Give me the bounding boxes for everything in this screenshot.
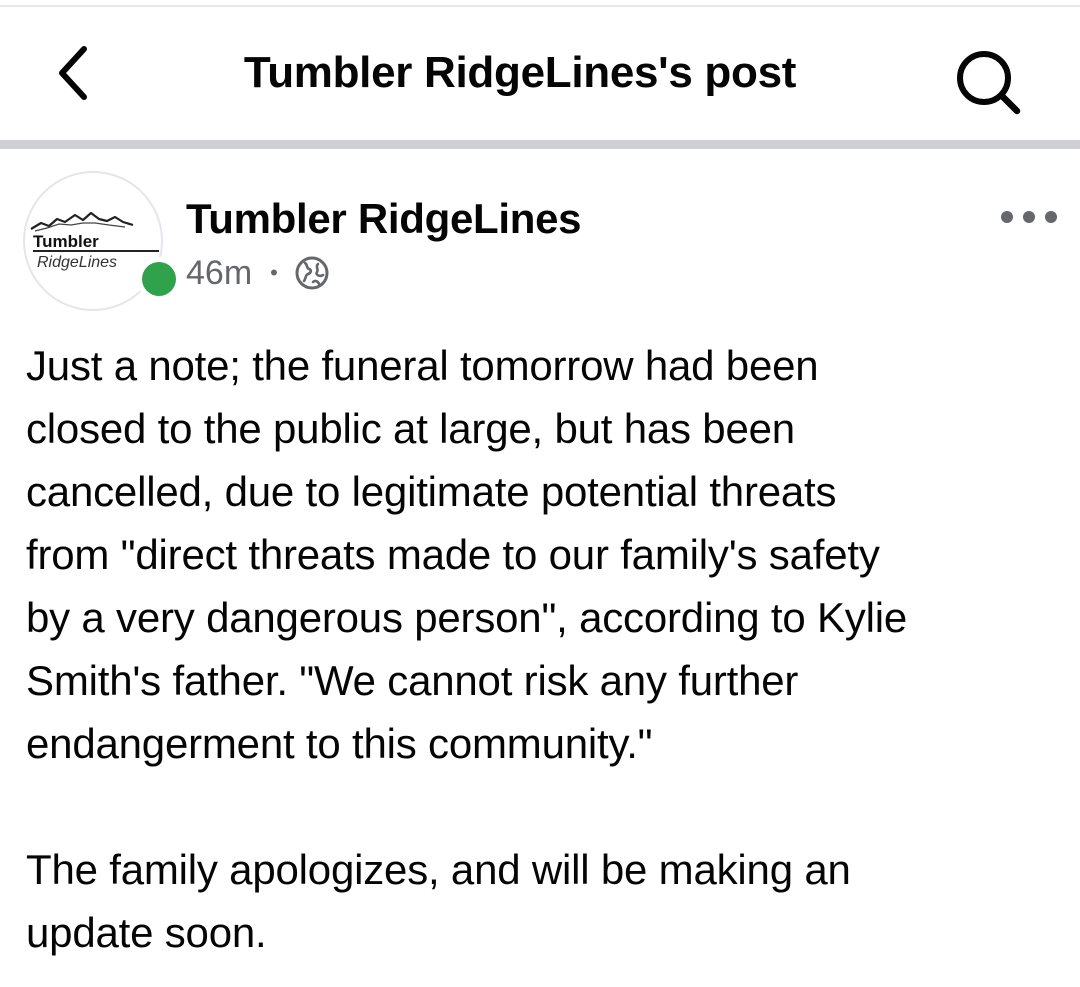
page-title: Tumbler RidgeLines's post — [243, 48, 797, 97]
search-button[interactable] — [948, 43, 1028, 123]
meta-separator: • — [270, 260, 278, 285]
svg-text:RidgeLines: RidgeLines — [37, 254, 117, 271]
search-icon — [957, 51, 1021, 115]
online-status-indicator — [137, 257, 181, 301]
app-header: Tumbler RidgeLines's post — [0, 7, 1080, 140]
post-card: Tumbler RidgeLines Tumbler RidgeLines 46… — [0, 149, 1080, 987]
more-horizontal-icon — [1001, 211, 1057, 223]
svg-text:Tumbler: Tumbler — [33, 232, 99, 251]
chevron-left-icon — [59, 46, 87, 100]
post-author-name[interactable]: Tumbler RidgeLines — [186, 193, 582, 245]
more-options-button[interactable] — [996, 199, 1062, 235]
post-timestamp[interactable]: 46m — [186, 254, 252, 293]
post-paragraph: Just a note; the funeral tomorrow had be… — [26, 342, 908, 767]
post-paragraph: The family apologizes, and will be makin… — [26, 846, 851, 956]
back-button[interactable] — [44, 43, 104, 103]
globe-icon — [294, 255, 330, 291]
section-divider — [0, 140, 1080, 149]
post-meta: 46m • — [186, 251, 330, 295]
post-body: Just a note; the funeral tomorrow had be… — [26, 334, 1066, 964]
